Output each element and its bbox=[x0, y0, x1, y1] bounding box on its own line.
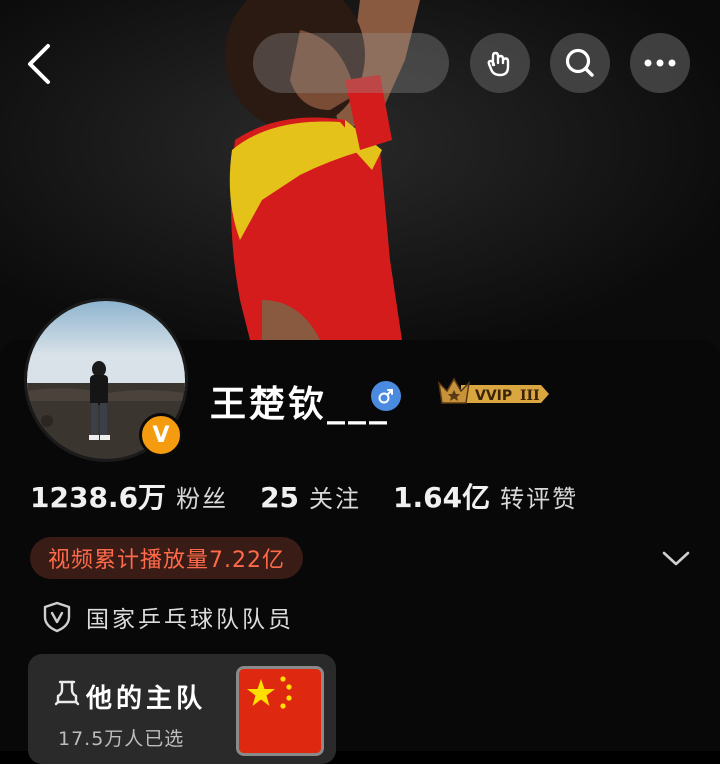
profile-stats: 1238.6万 粉丝 25 关注 1.64亿 转评赞 bbox=[30, 476, 610, 516]
greet-button[interactable] bbox=[470, 33, 530, 93]
likes-label: 转评赞 bbox=[500, 485, 579, 513]
video-plays-text: 视频累计播放量7.22亿 bbox=[48, 548, 285, 573]
back-button[interactable] bbox=[22, 42, 62, 86]
more-icon bbox=[644, 59, 676, 67]
likes-count: 1.64亿 bbox=[393, 481, 491, 514]
team-icon bbox=[54, 680, 80, 706]
certification: 国家乒乓球队队员 bbox=[42, 600, 294, 634]
following-count[interactable]: 25 bbox=[260, 481, 299, 514]
search-button[interactable] bbox=[550, 33, 610, 93]
male-icon bbox=[371, 381, 401, 411]
vip-label: VVIP bbox=[475, 388, 512, 404]
hand-icon bbox=[487, 51, 510, 77]
vip-level: III bbox=[520, 388, 540, 404]
expand-button[interactable] bbox=[660, 545, 692, 571]
following-label[interactable]: 关注 bbox=[309, 479, 361, 514]
certification-text: 国家乒乓球队队员 bbox=[86, 607, 294, 633]
verified-badge: V bbox=[139, 413, 183, 457]
search-bar[interactable] bbox=[253, 33, 449, 93]
fans-label[interactable]: 粉丝 bbox=[176, 479, 228, 514]
more-button[interactable] bbox=[630, 33, 690, 93]
team-title: 他的主队 bbox=[86, 684, 207, 714]
video-plays-badge[interactable]: 视频累计播放量7.22亿 bbox=[30, 537, 303, 579]
china-flag[interactable] bbox=[236, 666, 324, 756]
search-icon bbox=[565, 48, 594, 77]
team-subtitle: 17.5万人已选 bbox=[58, 728, 185, 750]
profile-name: 王楚钦___ bbox=[210, 384, 391, 425]
chevron-down-icon bbox=[662, 551, 690, 566]
china-flag-icon bbox=[239, 669, 321, 753]
fans-count[interactable]: 1238.6万 bbox=[30, 476, 166, 516]
shield-v-icon bbox=[43, 601, 71, 633]
back-icon bbox=[28, 44, 50, 84]
vip-badge[interactable]: VVIP III bbox=[437, 377, 553, 415]
